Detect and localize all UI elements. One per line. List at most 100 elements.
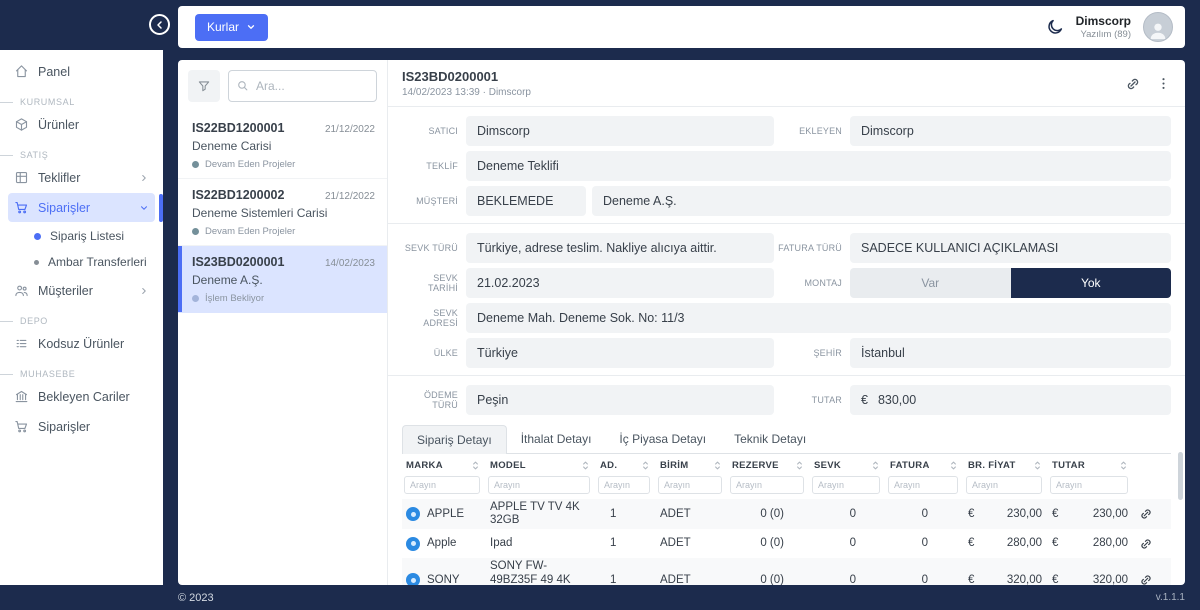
odeme-turu-field[interactable]: Peşin <box>466 385 774 415</box>
detail-header: IS23BD0200001 14/02/2023 13:39 · Dimscor… <box>388 60 1185 107</box>
product-image-icon <box>406 537 420 551</box>
row-link-icon[interactable] <box>1134 573 1160 585</box>
table-scrollbar[interactable] <box>1178 452 1183 500</box>
sevk-tarihi-field[interactable]: 21.02.2023 <box>466 268 774 298</box>
row-link-icon[interactable] <box>1134 537 1160 551</box>
reserve-cell: 0 (0) <box>728 574 810 585</box>
search-input[interactable] <box>228 70 377 102</box>
filter-input-fatura[interactable] <box>888 476 958 494</box>
sidebar-subitem-siparis-listesi[interactable]: Sipariş Listesi <box>8 223 155 249</box>
sidebar-item-siparisler-muhasebe[interactable]: Siparişler <box>8 412 155 441</box>
row-link-icon[interactable] <box>1134 507 1160 521</box>
kurlar-button[interactable]: Kurlar <box>195 14 268 41</box>
sevk-turu-field[interactable]: Türkiye, adrese teslim. Nakliye alıcıya … <box>466 233 774 263</box>
cart-icon <box>14 419 29 434</box>
column-header-br-fiyat[interactable]: BR. FİYAT <box>964 460 1048 471</box>
sort-icon[interactable] <box>795 460 804 471</box>
sidebar-subitem-ambar-transferleri[interactable]: Ambar Transferleri <box>8 249 155 275</box>
table-row[interactable]: SONY SONY FW-49BZ35F 49 4K DISPLAY 1 ADE… <box>402 558 1171 585</box>
sidebar-item-urunler[interactable]: Ürünler <box>8 110 155 139</box>
sort-icon[interactable] <box>1033 460 1042 471</box>
montaj-var-option[interactable]: Var <box>850 268 1011 298</box>
more-menu-icon[interactable] <box>1156 76 1171 91</box>
sevk-adresi-field[interactable]: Deneme Mah. Deneme Sok. No: 11/3 <box>466 303 1171 333</box>
musteri-status-field[interactable]: BEKLEMEDE <box>466 186 586 216</box>
sidebar-item-label: Bekleyen Cariler <box>38 390 130 404</box>
sort-icon[interactable] <box>581 460 590 471</box>
sort-icon[interactable] <box>713 460 722 471</box>
column-header-ad[interactable]: AD. <box>596 460 656 471</box>
column-header-rezerve[interactable]: REZERVE <box>728 460 810 471</box>
order-list-item[interactable]: IS22BD1200002 21/12/2022 Deneme Sistemle… <box>178 179 387 246</box>
link-icon[interactable] <box>1125 76 1141 92</box>
column-header-birim[interactable]: BİRİM <box>656 460 728 471</box>
filter-input-birim[interactable] <box>658 476 722 494</box>
unit-cell: ADET <box>656 574 728 585</box>
filter-input-sevk[interactable] <box>812 476 880 494</box>
satici-field[interactable]: Dimscorp <box>466 116 774 146</box>
field-label-tutar: TUTAR <box>774 395 850 405</box>
quantity-cell: 1 <box>596 574 656 585</box>
fatura-turu-field[interactable]: SADECE KULLANICI AÇIKLAMASI <box>850 233 1171 263</box>
section-label: MUHASEBE <box>20 369 75 379</box>
sort-icon[interactable] <box>1119 460 1128 471</box>
user-name: Dimscorp <box>1076 14 1131 29</box>
order-list-item[interactable]: IS22BD1200001 21/12/2022 Deneme Carisi D… <box>178 112 387 179</box>
order-customer: Deneme Carisi <box>192 139 375 153</box>
montaj-yok-option[interactable]: Yok <box>1011 268 1172 298</box>
order-status-label: İşlem Bekliyor <box>205 293 264 304</box>
order-list-item-selected[interactable]: IS23BD0200001 14/02/2023 Deneme A.Ş. İşl… <box>178 246 387 313</box>
tab-ic-piyasa-detayi[interactable]: İç Piyasa Detayı <box>605 425 720 453</box>
sort-icon[interactable] <box>949 460 958 471</box>
sort-icon[interactable] <box>871 460 880 471</box>
status-dot <box>192 161 199 168</box>
ulke-field[interactable]: Türkiye <box>466 338 774 368</box>
filter-input-rezerve[interactable] <box>730 476 804 494</box>
kurlar-label: Kurlar <box>207 20 239 34</box>
dark-mode-toggle[interactable] <box>1046 18 1064 36</box>
copyright-text: © 2023 <box>178 592 214 604</box>
sidebar-item-kodsuz-urunler[interactable]: Kodsuz Ürünler <box>8 329 155 358</box>
shipped-cell: 0 <box>810 537 886 550</box>
sidebar-item-siparisler[interactable]: Siparişler <box>8 193 155 222</box>
quantity-cell: 1 <box>596 537 656 550</box>
products-icon <box>14 117 29 132</box>
table-row[interactable]: Apple Ipad 1 ADET 0 (0) 0 0 €280,00 €280… <box>402 529 1171 558</box>
musteri-name-field[interactable]: Deneme A.Ş. <box>592 186 1171 216</box>
sehir-field[interactable]: İstanbul <box>850 338 1171 368</box>
field-label-musteri: MÜŞTERİ <box>402 196 466 206</box>
table-row[interactable]: APPLE APPLE TV TV 4K 32GB 1 ADET 0 (0) 0… <box>402 499 1171 529</box>
status-dot <box>192 228 199 235</box>
sidebar-item-panel[interactable]: Panel <box>8 57 155 86</box>
filter-input-ad[interactable] <box>598 476 650 494</box>
sidebar-item-bekleyen-cariler[interactable]: Bekleyen Cariler <box>8 382 155 411</box>
section-label: KURUMSAL <box>20 97 75 107</box>
teklif-field[interactable]: Deneme Teklifi <box>466 151 1171 181</box>
sidebar-item-teklifler[interactable]: Teklifler <box>8 163 155 192</box>
filter-input-br-fiyat[interactable] <box>966 476 1042 494</box>
column-header-model[interactable]: MODEL <box>486 460 596 471</box>
filter-input-marka[interactable] <box>404 476 480 494</box>
filter-button[interactable] <box>188 70 220 102</box>
sort-icon[interactable] <box>641 460 650 471</box>
currency-symbol: € <box>968 508 974 521</box>
column-header-tutar[interactable]: TUTAR <box>1048 460 1134 471</box>
tab-teknik-detayi[interactable]: Teknik Detayı <box>720 425 820 453</box>
tab-siparis-detayi[interactable]: Sipariş Detayı <box>402 425 507 454</box>
tutar-field[interactable]: € 830,00 <box>850 385 1171 415</box>
column-header-marka[interactable]: MARKA <box>402 460 486 471</box>
field-label-sevk-turu: SEVK TÜRÜ <box>402 243 466 253</box>
quantity-cell: 1 <box>596 508 656 521</box>
filter-input-tutar[interactable] <box>1050 476 1128 494</box>
sort-icon[interactable] <box>471 460 480 471</box>
filter-input-model[interactable] <box>488 476 590 494</box>
sidebar-collapse-button[interactable] <box>149 14 170 35</box>
column-header-sevk[interactable]: SEVK <box>810 460 886 471</box>
avatar[interactable] <box>1143 12 1173 42</box>
column-header-fatura[interactable]: FATURA <box>886 460 964 471</box>
ekleyen-field[interactable]: Dimscorp <box>850 116 1171 146</box>
active-nav-indicator <box>159 194 163 222</box>
sidebar-section-satis: SATIŞ <box>0 150 163 160</box>
sidebar-item-musteriler[interactable]: Müşteriler <box>8 276 155 305</box>
tab-ithalat-detayi[interactable]: İthalat Detayı <box>507 425 606 453</box>
